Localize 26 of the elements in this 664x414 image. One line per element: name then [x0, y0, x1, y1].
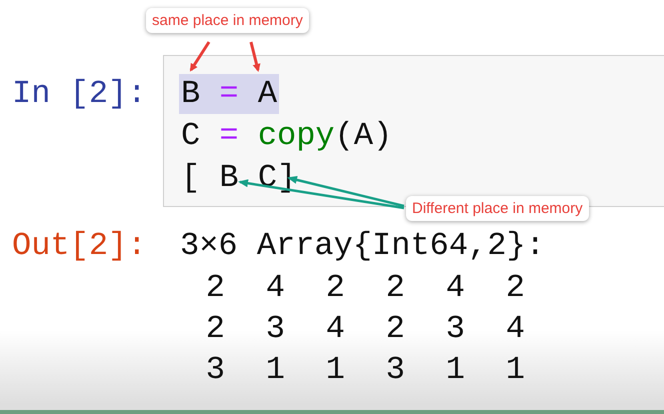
- annotation-callout: Different place in memory: [406, 196, 589, 221]
- matrix-value: 2: [384, 309, 405, 349]
- matrix-value: 2: [204, 268, 225, 308]
- code-line: C = copy(A): [180, 116, 394, 156]
- matrix-value: 4: [444, 268, 465, 308]
- matrix-value: 2: [504, 268, 525, 308]
- arrow: [190, 41, 210, 72]
- matrix-value: 2: [384, 268, 405, 308]
- matrix-value: 3: [444, 309, 465, 349]
- matrix-value: 4: [264, 268, 285, 308]
- matrix-value: 4: [504, 309, 525, 349]
- matrix-value: 1: [444, 350, 465, 390]
- arrow: [250, 42, 260, 72]
- input-prompt: In [2]:: [11, 74, 148, 114]
- matrix-value: 1: [504, 350, 525, 390]
- matrix-value: 3: [384, 350, 405, 390]
- matrix-value: 4: [324, 309, 345, 349]
- matrix-value: 2: [204, 309, 225, 349]
- output-header: 3×6 Array{Int64,2}:: [180, 226, 545, 266]
- matrix-value: 2: [324, 268, 345, 308]
- matrix-value: 3: [204, 350, 225, 390]
- output-prompt: Out[2]:: [11, 226, 148, 266]
- matrix-value: 1: [324, 350, 345, 390]
- annotation-callout: same place in memory: [146, 8, 309, 33]
- matrix-value: 3: [264, 309, 285, 349]
- matrix-value: 1: [264, 350, 285, 390]
